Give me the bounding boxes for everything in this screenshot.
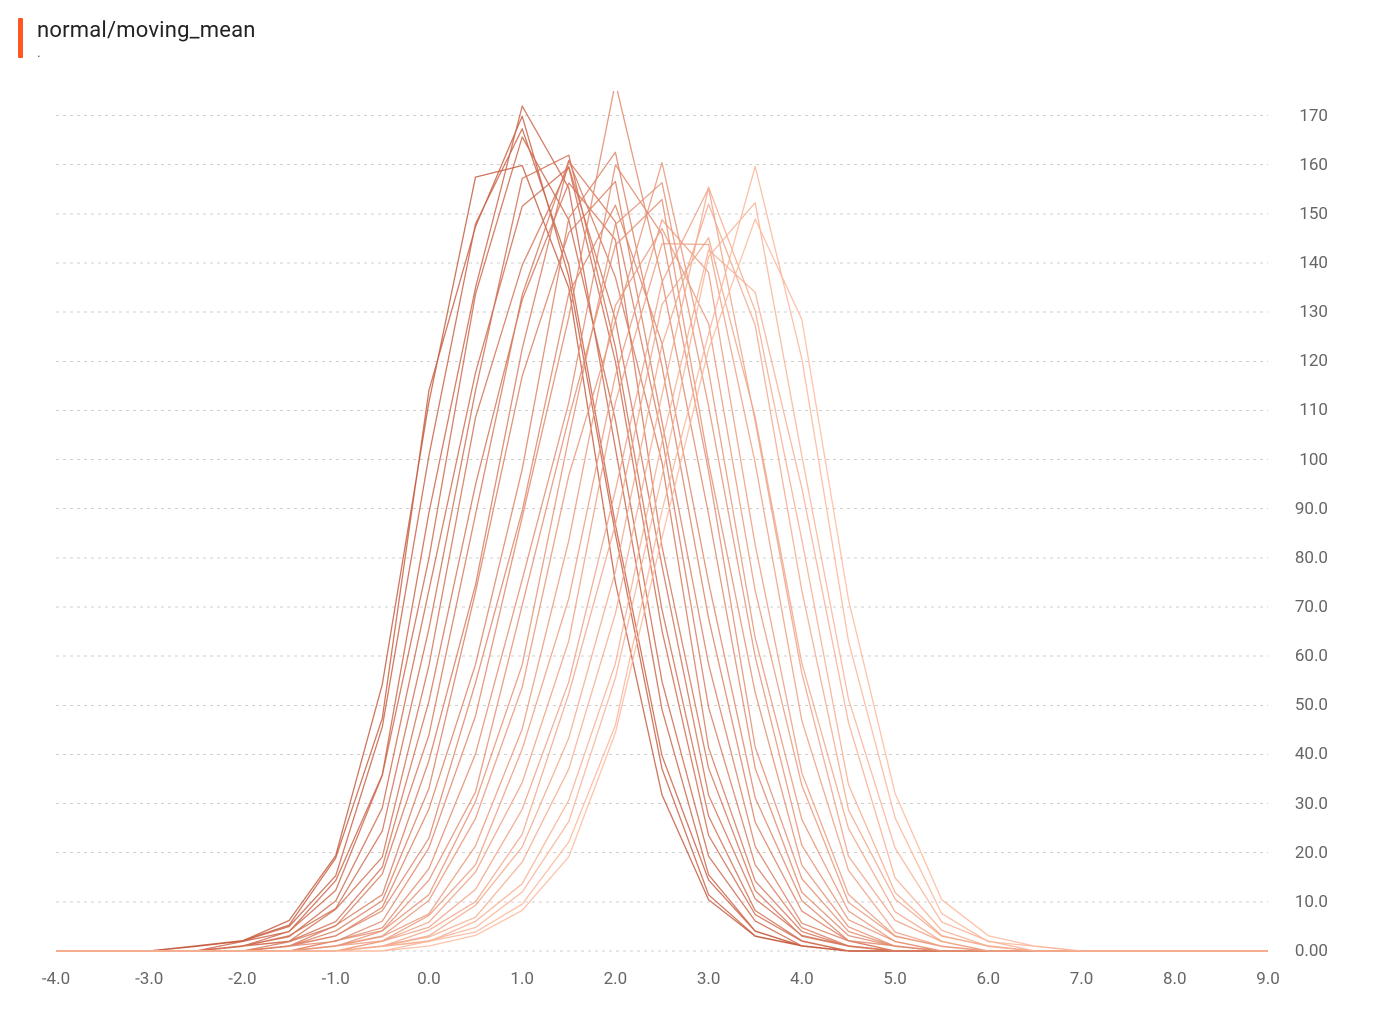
y-tick-label: 60.0 (1295, 646, 1328, 666)
y-tick-label: 120 (1299, 351, 1328, 371)
x-tick-label: -2.0 (228, 969, 256, 989)
y-tick-label: 20.0 (1295, 843, 1328, 863)
x-tick-label: 3.0 (697, 969, 721, 989)
y-tick-label: 10.0 (1295, 892, 1328, 912)
chart-title: normal/moving_mean (37, 18, 256, 43)
x-tick-label: 2.0 (604, 969, 628, 989)
y-tick-label: 140 (1299, 253, 1328, 273)
chart-header: normal/moving_mean . (0, 0, 1388, 71)
y-tick-label: 170 (1299, 106, 1328, 126)
y-tick-label: 100 (1299, 450, 1328, 470)
x-tick-label: 4.0 (790, 969, 814, 989)
y-tick-label: 130 (1299, 302, 1328, 322)
y-tick-label: 150 (1299, 204, 1328, 224)
x-tick-label: 8.0 (1163, 969, 1187, 989)
x-tick-label: 0.0 (417, 969, 441, 989)
y-tick-label: 90.0 (1295, 499, 1328, 519)
y-tick-label: 160 (1299, 155, 1328, 175)
accent-bar (18, 18, 23, 58)
x-tick-label: 7.0 (1070, 969, 1094, 989)
y-tick-label: 110 (1299, 400, 1328, 420)
x-tick-label: 9.0 (1256, 969, 1280, 989)
x-tick-label: -1.0 (322, 969, 350, 989)
y-tick-label: 30.0 (1295, 794, 1328, 814)
y-tick-label: 50.0 (1295, 695, 1328, 715)
tick-layer: 0.0010.020.030.040.050.060.070.080.090.0… (56, 91, 1268, 961)
chart-area[interactable]: 0.0010.020.030.040.050.060.070.080.090.0… (56, 91, 1268, 961)
y-tick-label: 0.00 (1295, 941, 1328, 961)
y-tick-label: 40.0 (1295, 744, 1328, 764)
x-tick-label: -3.0 (135, 969, 163, 989)
x-tick-label: 6.0 (977, 969, 1001, 989)
x-tick-label: 1.0 (510, 969, 534, 989)
title-block: normal/moving_mean . (37, 18, 256, 61)
y-tick-label: 80.0 (1295, 548, 1328, 568)
y-tick-label: 70.0 (1295, 597, 1328, 617)
chart-subtitle: . (37, 45, 256, 61)
x-tick-label: -4.0 (42, 969, 70, 989)
x-tick-label: 5.0 (883, 969, 907, 989)
